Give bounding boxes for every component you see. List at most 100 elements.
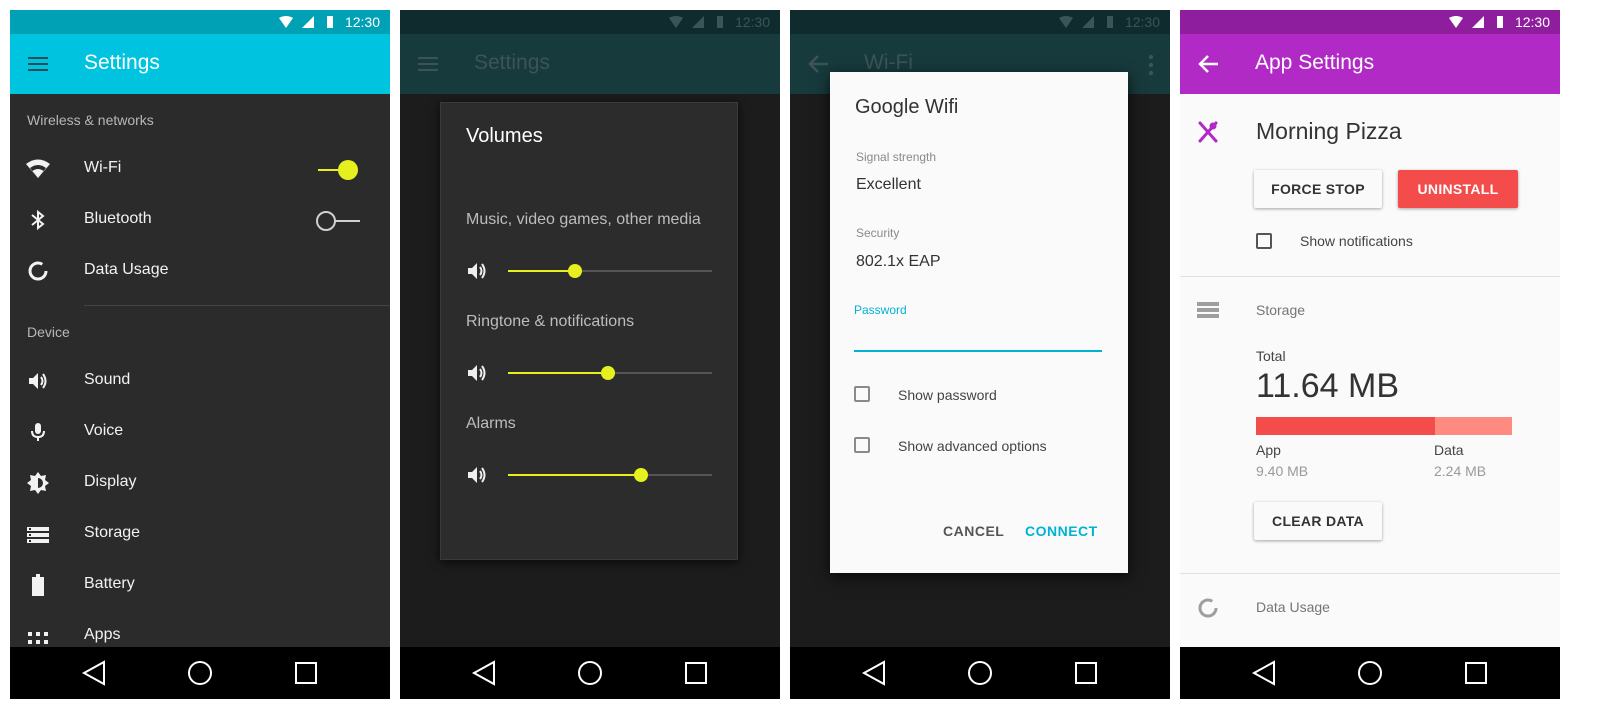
home-nav-icon[interactable] xyxy=(1356,659,1384,687)
media-volume-slider[interactable] xyxy=(508,264,712,278)
show-advanced-checkbox[interactable] xyxy=(854,437,870,453)
data-usage-icon xyxy=(28,261,48,281)
battery-icon xyxy=(32,574,44,596)
page-title: App Settings xyxy=(1255,51,1375,74)
back-nav-icon[interactable] xyxy=(470,659,498,687)
wifi-icon xyxy=(26,159,50,178)
settings-item-battery[interactable]: Battery xyxy=(10,560,390,610)
connect-button[interactable]: CONNECT xyxy=(1025,523,1098,539)
home-nav-icon[interactable] xyxy=(966,659,994,687)
settings-item-apps[interactable]: Apps xyxy=(10,611,390,647)
slider-label-ringtone: Ringtone & notifications xyxy=(466,313,635,330)
app-size-value: 9.40 MB xyxy=(1256,463,1309,479)
recents-nav-icon[interactable] xyxy=(1074,661,1098,685)
nav-bar xyxy=(400,647,780,699)
back-arrow-icon[interactable] xyxy=(1196,52,1222,76)
ringtone-volume-slider[interactable] xyxy=(508,366,712,380)
security-value: 802.1x EAP xyxy=(856,253,941,270)
status-bar: 12:30 xyxy=(1180,10,1560,34)
wifi-toggle[interactable] xyxy=(316,158,364,182)
settings-item-voice[interactable]: Voice xyxy=(10,407,390,457)
settings-list: Wireless & networks Wi-Fi Bluetooth Data… xyxy=(10,94,390,647)
slider-thumb[interactable] xyxy=(633,468,648,482)
app-bar: Settings xyxy=(400,34,780,94)
settings-item-label: Voice xyxy=(84,422,124,439)
back-arrow-icon[interactable] xyxy=(806,52,832,76)
section-header-device: Device xyxy=(27,324,70,340)
wifi-signal-icon xyxy=(668,16,683,28)
app-bar: Settings xyxy=(10,34,390,94)
clear-data-button[interactable]: CLEAR DATA xyxy=(1254,502,1382,540)
back-nav-icon[interactable] xyxy=(80,659,108,687)
storage-icon xyxy=(1197,302,1219,318)
phone-volumes: 12:30 Settings Volumes Music, video game… xyxy=(400,10,780,699)
dialog-title: Google Wifi xyxy=(855,96,959,118)
slider-thumb[interactable] xyxy=(600,366,615,380)
wifi-connect-dialog: Google Wifi Signal strength Excellent Se… xyxy=(830,72,1128,573)
page-title: Settings xyxy=(474,51,550,74)
settings-item-label: Battery xyxy=(84,575,135,592)
cell-signal-icon xyxy=(301,16,314,28)
show-advanced-row[interactable]: Show advanced options xyxy=(854,435,1114,459)
menu-icon[interactable] xyxy=(416,52,442,76)
bluetooth-toggle[interactable] xyxy=(316,209,364,233)
cell-signal-icon xyxy=(691,16,704,28)
settings-item-data-usage[interactable]: Data Usage xyxy=(10,246,390,296)
recents-nav-icon[interactable] xyxy=(294,661,318,685)
show-notifications-checkbox[interactable] xyxy=(1256,233,1272,249)
section-divider xyxy=(1180,276,1560,277)
cancel-button[interactable]: CANCEL xyxy=(943,523,1004,539)
home-nav-icon[interactable] xyxy=(576,659,604,687)
recents-nav-icon[interactable] xyxy=(1464,661,1488,685)
cell-signal-icon xyxy=(1081,16,1094,28)
settings-item-sound[interactable]: Sound xyxy=(10,356,390,406)
volumes-dialog: Volumes Music, video games, other media … xyxy=(440,102,738,560)
show-notifications-label: Show notifications xyxy=(1300,233,1413,249)
settings-item-label: Apps xyxy=(84,626,121,643)
settings-item-label: Storage xyxy=(84,524,141,541)
storage-app-fill xyxy=(1256,417,1436,435)
overflow-menu-icon[interactable] xyxy=(1148,54,1154,76)
uninstall-button[interactable]: UNINSTALL xyxy=(1398,170,1518,208)
settings-item-bluetooth[interactable]: Bluetooth xyxy=(10,195,390,245)
security-label: Security xyxy=(856,226,900,240)
show-password-row[interactable]: Show password xyxy=(854,384,1114,408)
alarm-volume-slider[interactable] xyxy=(508,468,712,482)
app-name: Morning Pizza xyxy=(1256,118,1402,144)
volume-row-media xyxy=(466,259,716,283)
phone-settings: 12:30 Settings Wireless & networks Wi-Fi… xyxy=(10,10,390,699)
nav-bar xyxy=(1180,647,1560,699)
back-nav-icon[interactable] xyxy=(860,659,888,687)
show-notifications-row[interactable]: Show notifications xyxy=(1256,231,1516,255)
settings-item-label: Sound xyxy=(84,371,131,388)
password-input[interactable] xyxy=(854,322,1102,352)
force-stop-button[interactable]: FORCE STOP xyxy=(1254,170,1382,208)
recents-nav-icon[interactable] xyxy=(684,661,708,685)
password-label: Password xyxy=(854,303,907,317)
menu-icon[interactable] xyxy=(26,52,52,76)
status-time: 12:30 xyxy=(1514,14,1550,30)
data-usage-header: Data Usage xyxy=(1256,599,1330,615)
home-nav-icon[interactable] xyxy=(186,659,214,687)
settings-item-label: Data Usage xyxy=(84,261,169,278)
battery-icon xyxy=(1106,16,1113,28)
show-password-checkbox[interactable] xyxy=(854,386,870,402)
status-time: 12:30 xyxy=(1124,14,1160,30)
settings-item-storage[interactable]: Storage xyxy=(10,509,390,559)
signal-strength-label: Signal strength xyxy=(856,150,937,164)
settings-item-display[interactable]: Display xyxy=(10,458,390,508)
page-title: Settings xyxy=(84,51,160,74)
phone-app-settings: 12:30 App Settings Morning Pizza FORCE S… xyxy=(1180,10,1560,699)
settings-item-label: Bluetooth xyxy=(84,210,152,227)
battery-icon xyxy=(716,16,723,28)
status-time: 12:30 xyxy=(734,14,770,30)
app-settings-content: Morning Pizza FORCE STOP UNINSTALL Show … xyxy=(1180,94,1560,647)
dimmed-background: Volumes Music, video games, other media … xyxy=(400,94,780,647)
settings-item-wifi[interactable]: Wi-Fi xyxy=(10,144,390,194)
section-divider xyxy=(1180,573,1560,574)
data-size-value: 2.24 MB xyxy=(1434,463,1487,479)
show-advanced-label: Show advanced options xyxy=(898,438,1047,454)
slider-thumb[interactable] xyxy=(568,264,583,278)
wifi-signal-icon xyxy=(278,16,293,28)
back-nav-icon[interactable] xyxy=(1250,659,1278,687)
